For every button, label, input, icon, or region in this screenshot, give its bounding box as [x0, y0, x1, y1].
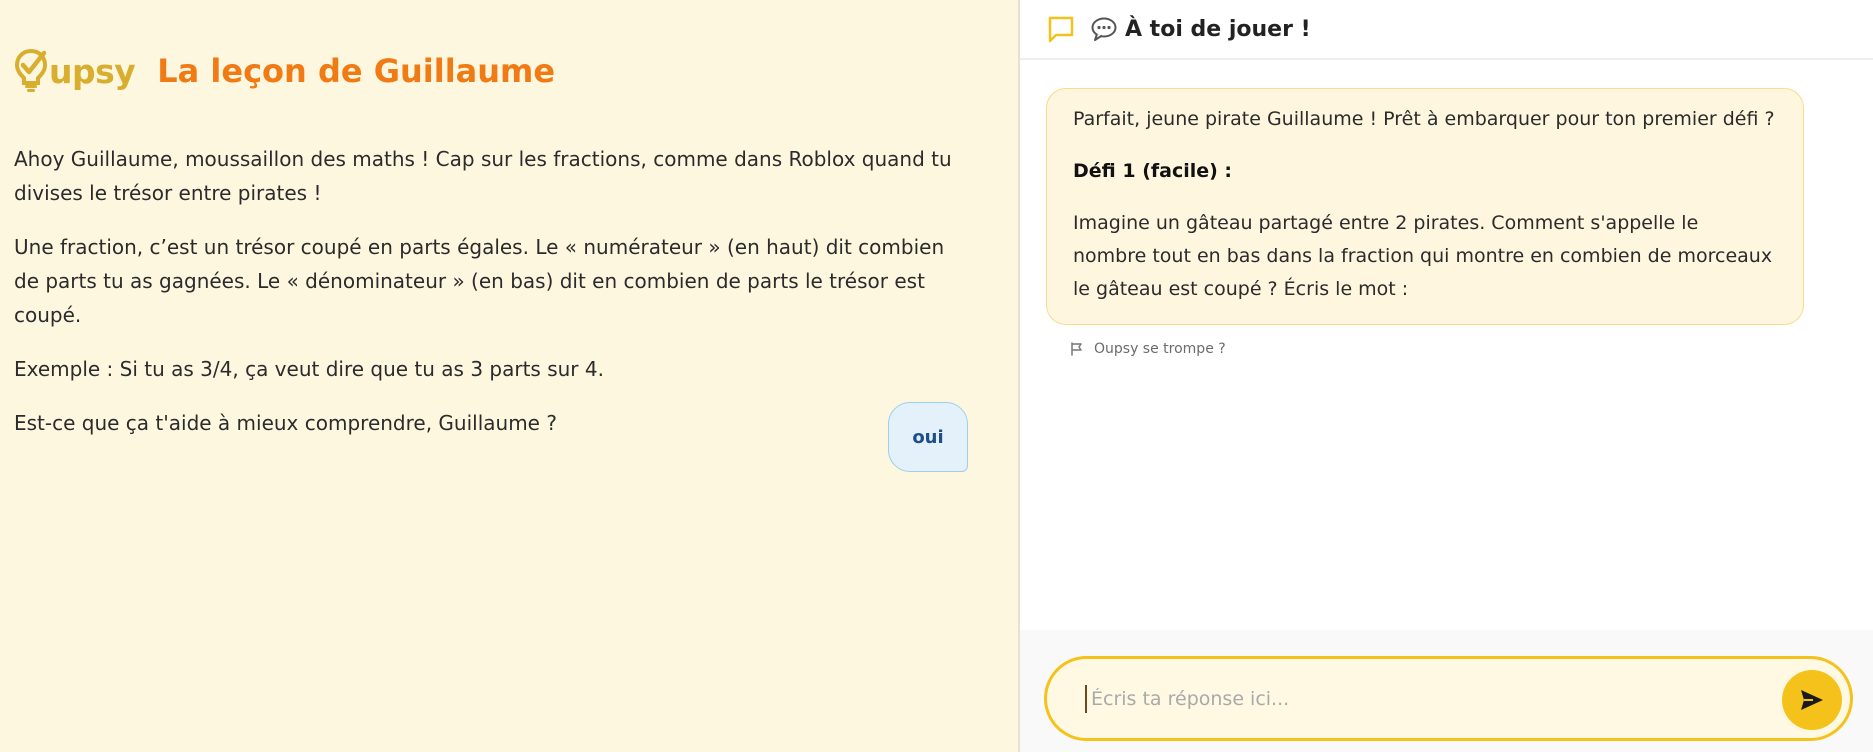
message-list: Parfait, jeune pirate Guillaume ! Prêt à… [1020, 60, 1873, 630]
chat-bubble-icon [1047, 15, 1075, 43]
report-error-link[interactable]: Oupsy se trompe ? [1070, 341, 1849, 357]
answer-input-wrapper[interactable] [1044, 656, 1853, 741]
challenge-text: Imagine un gâteau partagé entre 2 pirate… [1073, 212, 1773, 300]
flag-icon [1071, 342, 1082, 356]
app-window: upsy La leçon de Guillaume Ahoy Guillaum… [0, 0, 1873, 752]
lesson-paragraph: Ahoy Guillaume, moussaillon des maths ! … [14, 147, 952, 205]
chat-title-text: À toi de jouer ! [1125, 16, 1311, 42]
lesson-content: Ahoy Guillaume, moussaillon des maths ! … [14, 142, 1004, 440]
lesson-paragraph: Une fraction, c’est un trésor coupé en p… [14, 235, 945, 327]
send-icon [1801, 690, 1823, 710]
challenge-title: Défi 1 (facile) : [1073, 160, 1233, 182]
send-button[interactable] [1782, 670, 1842, 730]
speech-balloon-icon [1091, 17, 1117, 41]
lesson-panel: upsy La leçon de Guillaume Ahoy Guillaum… [0, 0, 1020, 752]
brand-name: upsy [49, 51, 136, 91]
lesson-title: La leçon de Guillaume [157, 52, 556, 90]
chat-title: À toi de jouer ! [1091, 17, 1311, 42]
chat-header: À toi de jouer ! [1020, 0, 1873, 60]
lesson-paragraph: Exemple : Si tu as 3/4, ça veut dire que… [14, 357, 604, 381]
lesson-paragraph: Est-ce que ça t'aide à mieux comprendre,… [14, 411, 557, 435]
bot-message: Parfait, jeune pirate Guillaume ! Prêt à… [1046, 88, 1804, 325]
bot-message-intro: Parfait, jeune pirate Guillaume ! Prêt à… [1073, 108, 1775, 130]
user-answer-bubble: oui [888, 402, 968, 472]
report-label: Oupsy se trompe ? [1094, 341, 1226, 357]
message-composer [1020, 630, 1873, 752]
lesson-header: upsy La leçon de Guillaume [14, 0, 1004, 142]
text-caret [1085, 684, 1087, 713]
chat-panel: À toi de jouer ! Parfait, jeune pirate G… [1020, 0, 1873, 752]
brand-logo[interactable]: upsy [14, 48, 136, 94]
lightbulb-check-icon [14, 48, 48, 92]
answer-input[interactable] [1089, 686, 1773, 711]
